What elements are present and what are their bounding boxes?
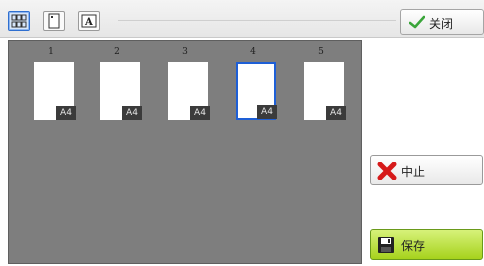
page-sheet: A4 (304, 62, 346, 120)
page-number: 1 (48, 47, 54, 57)
page-sheet: A4 (100, 62, 142, 120)
thumbnail-grid-icon (11, 14, 27, 28)
page-thumbnail-panel: 1 A4 2 A4 3 A4 4 A4 5 A4 (8, 40, 362, 264)
page-sheet: A4 (236, 62, 277, 120)
paper-size-badge: A4 (257, 105, 277, 119)
view-mode-group: A (8, 11, 118, 35)
page-number: 3 (182, 47, 188, 57)
close-button[interactable]: 关闭 (400, 9, 484, 35)
page-thumbnail[interactable]: 1 A4 (29, 47, 76, 123)
toolbar-divider (118, 20, 396, 21)
single-page-icon (48, 13, 60, 29)
single-page-view-button[interactable] (43, 11, 65, 31)
close-button-label: 关闭 (429, 17, 454, 31)
paper-size-badge: A4 (56, 106, 76, 120)
text-page-icon: A (81, 14, 97, 28)
red-x-icon (377, 162, 397, 180)
stop-button[interactable]: 中止 (370, 155, 483, 185)
page-number: 2 (114, 47, 120, 57)
page-thumbnail-selected[interactable]: 4 A4 (231, 47, 277, 123)
floppy-disk-icon (378, 237, 394, 253)
page-thumbnail[interactable]: 3 A4 (163, 47, 210, 123)
page-sheet: A4 (34, 62, 76, 120)
page-thumbnail[interactable]: 5 A4 (299, 47, 346, 123)
paper-size-badge: A4 (326, 106, 346, 120)
text-page-view-button[interactable]: A (78, 11, 100, 31)
svg-text:A: A (84, 17, 93, 28)
paper-size-badge: A4 (122, 106, 142, 120)
paper-size-badge: A4 (190, 106, 210, 120)
page-number: 4 (250, 47, 256, 57)
page-thumbnail[interactable]: 2 A4 (95, 47, 142, 123)
page-number: 5 (318, 47, 324, 57)
checkmark-icon (409, 15, 425, 29)
thumbnail-grid-view-button[interactable] (8, 11, 30, 31)
save-button-label: 保存 (401, 239, 426, 253)
save-button[interactable]: 保存 (370, 229, 483, 260)
stop-button-label: 中止 (401, 165, 426, 179)
toolbar: A 关闭 (0, 0, 484, 38)
page-sheet: A4 (168, 62, 210, 120)
